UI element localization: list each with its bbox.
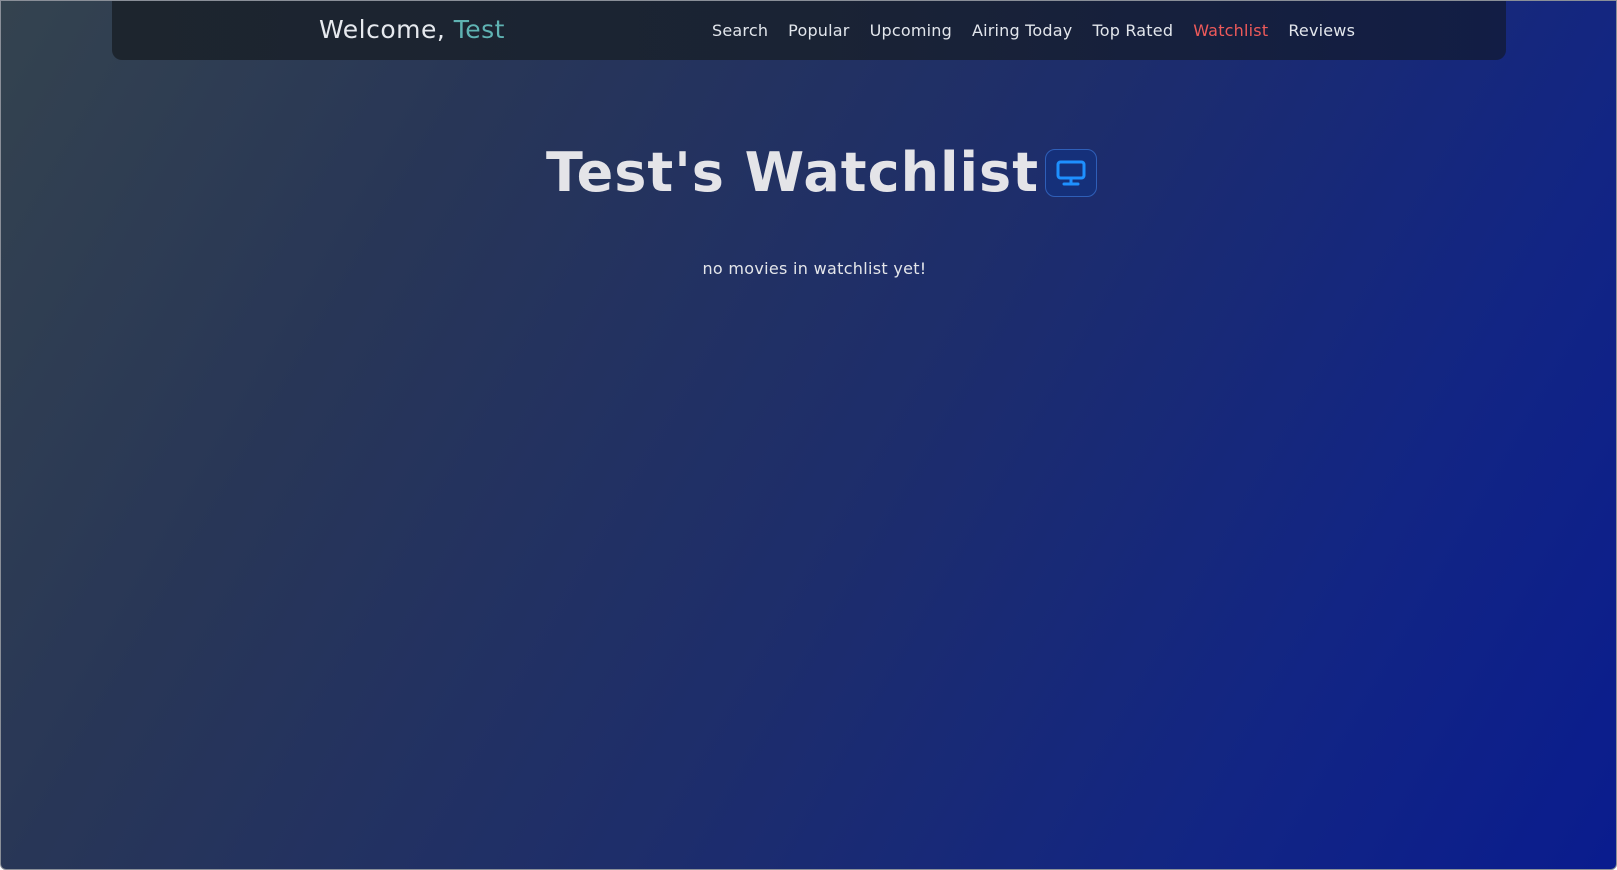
nav-item-search[interactable]: Search bbox=[702, 21, 778, 40]
nav-item-reviews[interactable]: Reviews bbox=[1278, 21, 1365, 40]
nav-links: Search Popular Upcoming Airing Today Top… bbox=[702, 1, 1365, 60]
app-window: Welcome, Test Search Popular Upcoming Ai… bbox=[0, 0, 1617, 870]
welcome-brand[interactable]: Welcome, Test bbox=[319, 15, 505, 44]
monitor-icon bbox=[1056, 160, 1086, 185]
page-title-row: Test's Watchlist bbox=[1, 141, 1616, 204]
username: Test bbox=[453, 15, 505, 44]
welcome-prefix: Welcome, bbox=[319, 15, 454, 44]
nav-item-watchlist[interactable]: Watchlist bbox=[1183, 21, 1278, 40]
nav-item-airing-today[interactable]: Airing Today bbox=[962, 21, 1082, 40]
top-navbar: Welcome, Test Search Popular Upcoming Ai… bbox=[112, 1, 1506, 60]
page-title: Test's Watchlist bbox=[545, 141, 1040, 204]
monitor-icon-badge bbox=[1045, 148, 1098, 197]
empty-watchlist-message: no movies in watchlist yet! bbox=[702, 259, 927, 278]
nav-item-upcoming[interactable]: Upcoming bbox=[860, 21, 962, 40]
nav-item-top-rated[interactable]: Top Rated bbox=[1082, 21, 1183, 40]
nav-item-popular[interactable]: Popular bbox=[778, 21, 859, 40]
